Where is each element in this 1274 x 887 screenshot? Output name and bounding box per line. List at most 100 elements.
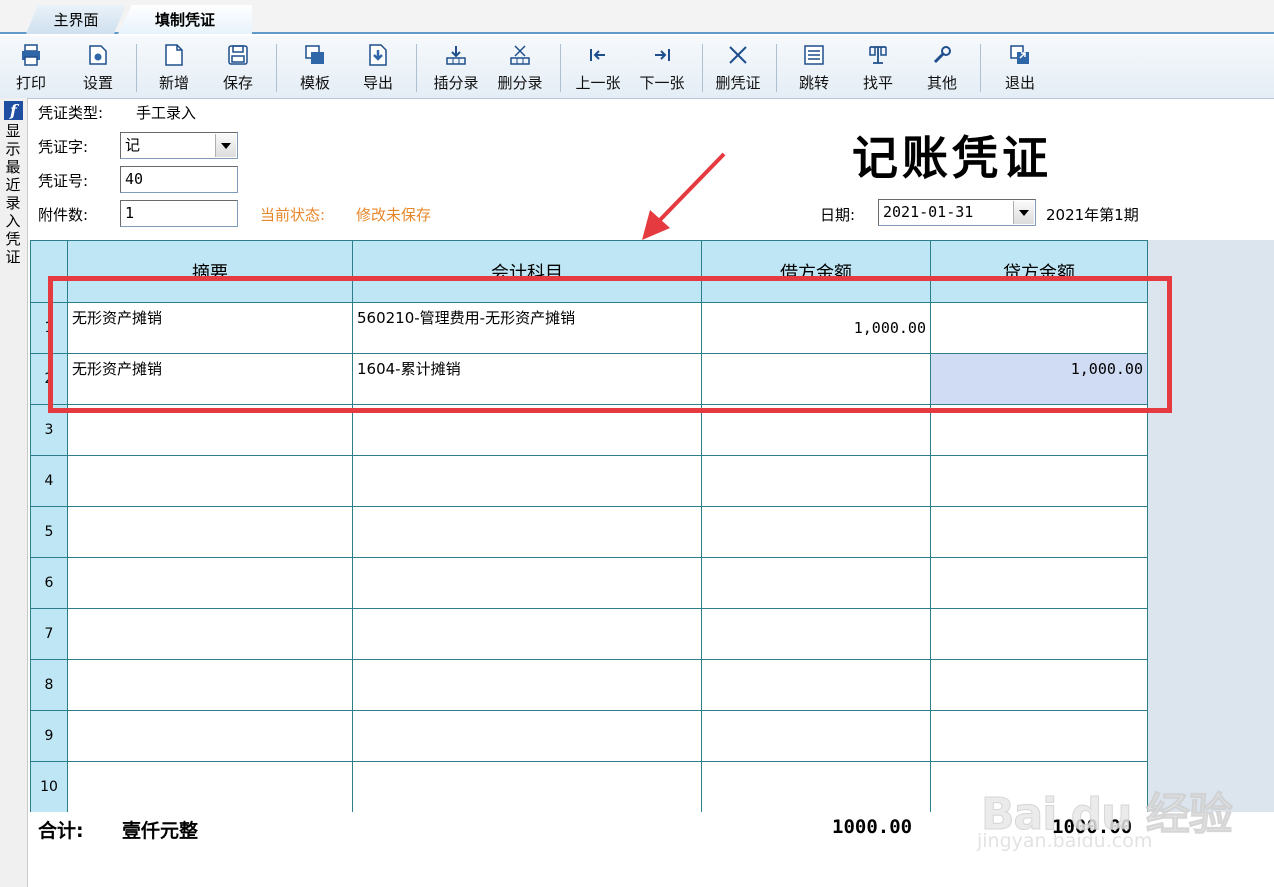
- previous-button[interactable]: 上一张: [570, 42, 626, 94]
- toolbar-separator: [776, 44, 777, 92]
- delete-voucher-button[interactable]: 删凭证: [710, 42, 766, 94]
- account-cell[interactable]: [352, 506, 702, 558]
- voucher-number-field[interactable]: 40: [120, 166, 238, 193]
- table-header-row: 摘要 会计科目 借方金额 贷方金额: [30, 240, 1148, 303]
- status-value: 修改未保存: [356, 206, 432, 224]
- summary-cell[interactable]: [67, 506, 353, 558]
- table-row: 9: [30, 710, 1148, 762]
- credit-cell[interactable]: [930, 659, 1148, 711]
- column-header-account[interactable]: 会计科目: [352, 240, 702, 303]
- summary-cell[interactable]: 无形资产摊销: [67, 353, 353, 405]
- account-cell[interactable]: [352, 404, 702, 456]
- jump-list-icon: [801, 42, 827, 68]
- account-cell[interactable]: [352, 608, 702, 660]
- account-cell[interactable]: [352, 557, 702, 609]
- debit-cell[interactable]: [701, 404, 931, 456]
- summary-cell[interactable]: [67, 608, 353, 660]
- toolbar-separator: [416, 44, 417, 92]
- summary-cell[interactable]: 无形资产摊销: [67, 302, 353, 354]
- settings-button[interactable]: 设置: [76, 42, 120, 94]
- credit-cell[interactable]: [930, 455, 1148, 507]
- summary-cell[interactable]: [67, 404, 353, 456]
- delete-entry-button[interactable]: 删分录: [492, 42, 548, 94]
- credit-cell[interactable]: [930, 710, 1148, 762]
- table-row: 3: [30, 404, 1148, 456]
- debit-cell[interactable]: [701, 455, 931, 507]
- tab-fill-voucher[interactable]: 填制凭证: [118, 5, 252, 34]
- credit-cell[interactable]: [930, 608, 1148, 660]
- toolbar-separator: [136, 44, 137, 92]
- print-button[interactable]: 打印: [10, 42, 52, 94]
- account-cell[interactable]: 560210-管理费用-无形资产摊销: [352, 302, 702, 354]
- floppy-disk-icon: [225, 42, 251, 68]
- recent-vouchers-sidebar[interactable]: f 显示最近录入凭证: [0, 98, 28, 887]
- summary-cell[interactable]: [67, 659, 353, 711]
- f-logo-icon: f: [4, 101, 23, 120]
- debit-cell[interactable]: [701, 506, 931, 558]
- voucher-word-value: 记: [125, 136, 141, 154]
- credit-cell-selected[interactable]: 1,000.00: [930, 353, 1148, 405]
- column-header-credit[interactable]: 贷方金额: [930, 240, 1148, 303]
- voucher-type-value: 手工录入: [136, 104, 197, 122]
- row-number: 2: [30, 353, 68, 405]
- new-button[interactable]: 新增: [152, 42, 196, 94]
- summary-cell[interactable]: [67, 710, 353, 762]
- template-button[interactable]: 模板: [293, 42, 337, 94]
- credit-cell[interactable]: [930, 506, 1148, 558]
- toolbar-separator: [276, 44, 277, 92]
- other-button[interactable]: 其他: [920, 42, 964, 94]
- chevron-down-icon[interactable]: [215, 134, 236, 157]
- balance-button[interactable]: 找平: [856, 42, 900, 94]
- new-document-icon: [161, 42, 187, 68]
- debit-cell[interactable]: [701, 608, 931, 660]
- credit-cell[interactable]: [930, 302, 1148, 354]
- voucher-word-select[interactable]: 记: [120, 132, 238, 159]
- table-row: 10: [30, 761, 1148, 813]
- save-button[interactable]: 保存: [216, 42, 260, 94]
- debit-cell[interactable]: [701, 659, 931, 711]
- delete-row-icon: [507, 42, 533, 68]
- row-number: 8: [30, 659, 68, 711]
- jump-button[interactable]: 跳转: [792, 42, 836, 94]
- debit-cell[interactable]: [701, 353, 931, 405]
- debit-cell[interactable]: 1,000.00: [701, 302, 931, 354]
- summary-cell[interactable]: [67, 761, 353, 813]
- settings-icon: [85, 42, 111, 68]
- close-icon: [725, 42, 751, 68]
- account-cell[interactable]: [352, 455, 702, 507]
- column-header-summary[interactable]: 摘要: [67, 240, 353, 303]
- tab-main-interface[interactable]: 主界面: [26, 5, 126, 34]
- exit-button[interactable]: 退出: [998, 42, 1042, 94]
- status-label: 当前状态:: [260, 206, 326, 224]
- account-cell[interactable]: [352, 761, 702, 813]
- row-number: 6: [30, 557, 68, 609]
- printer-icon: [18, 42, 44, 68]
- credit-cell[interactable]: [930, 761, 1148, 813]
- attachments-field[interactable]: 1: [120, 200, 238, 227]
- next-button[interactable]: 下一张: [634, 42, 690, 94]
- totals-label: 合计:: [38, 820, 84, 842]
- chevron-down-icon[interactable]: [1013, 201, 1034, 224]
- summary-cell[interactable]: [67, 557, 353, 609]
- insert-entry-button[interactable]: 插分录: [428, 42, 484, 94]
- date-picker[interactable]: 2021-01-31: [878, 199, 1036, 226]
- table-row: 5: [30, 506, 1148, 558]
- debit-cell[interactable]: [701, 557, 931, 609]
- entry-grid-area: 摘要 会计科目 借方金额 贷方金额 1 无形资产摊销 560210-管理费用-无…: [30, 240, 1274, 813]
- credit-cell[interactable]: [930, 404, 1148, 456]
- table-row: 4: [30, 455, 1148, 507]
- totals-row: 合计: 壹仟元整 1000.00 1000.00: [30, 812, 1274, 887]
- debit-cell[interactable]: [701, 710, 931, 762]
- voucher-number-label: 凭证号:: [38, 172, 89, 190]
- summary-cell[interactable]: [67, 455, 353, 507]
- account-cell[interactable]: 1604-累计摊销: [352, 353, 702, 405]
- date-label: 日期:: [820, 206, 856, 224]
- column-header-debit[interactable]: 借方金额: [701, 240, 931, 303]
- account-cell[interactable]: [352, 710, 702, 762]
- debit-cell[interactable]: [701, 761, 931, 813]
- account-cell[interactable]: [352, 659, 702, 711]
- arrow-last-icon: [649, 42, 675, 68]
- credit-cell[interactable]: [930, 557, 1148, 609]
- table-row: 8: [30, 659, 1148, 711]
- export-button[interactable]: 导出: [356, 42, 400, 94]
